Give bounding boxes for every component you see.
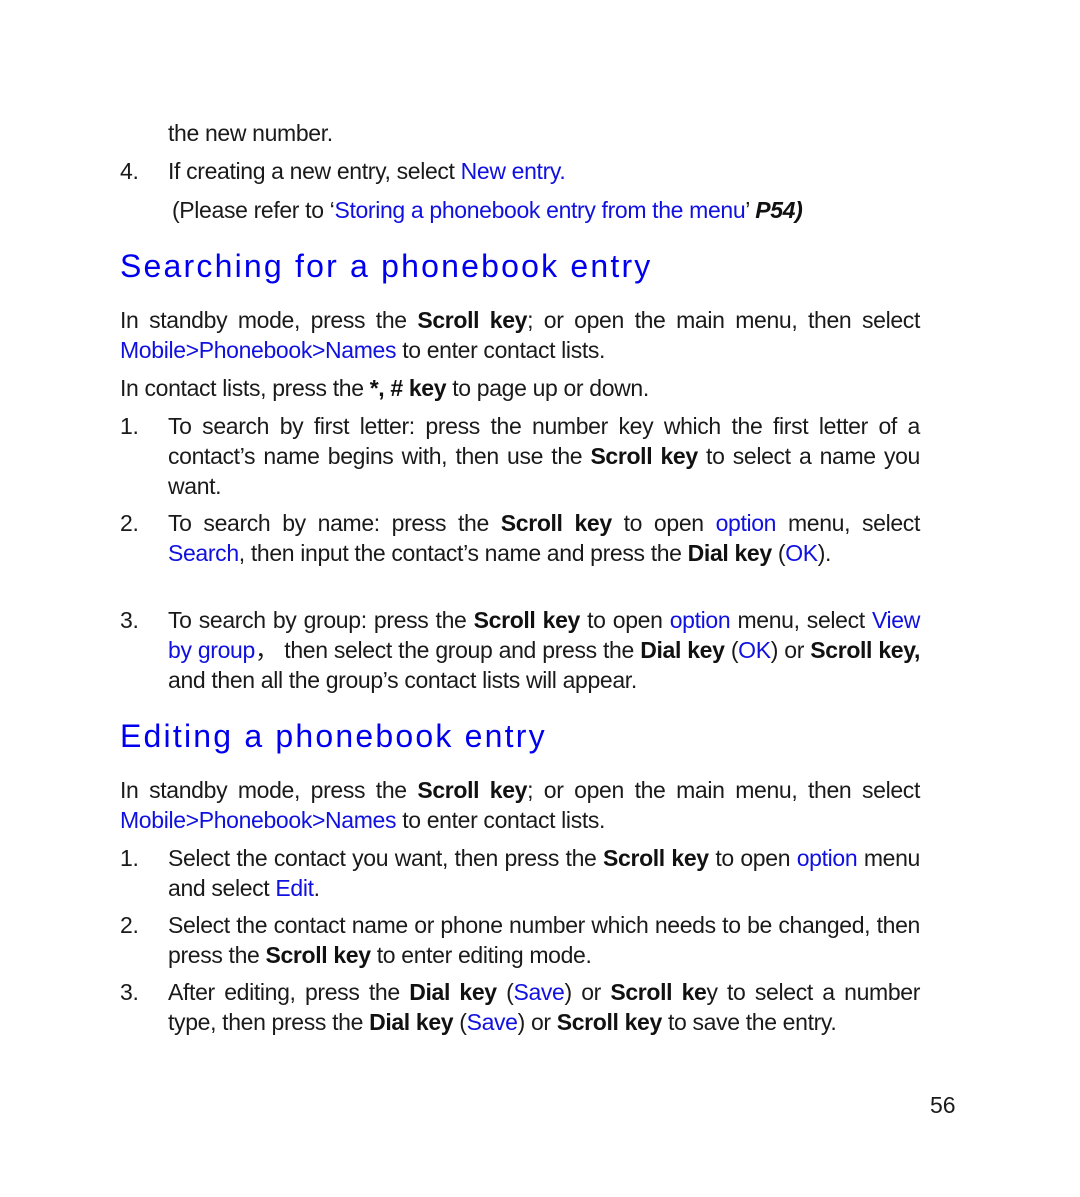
key-name: Dial key [687, 540, 773, 566]
text: To search by group: press the [168, 607, 474, 633]
save-link[interactable]: Save [513, 979, 564, 1005]
paging-paragraph: In contact lists, press the *, # key to … [120, 373, 920, 403]
continuation-text: the new number. [168, 118, 968, 148]
continuation-line: the new number. [168, 120, 333, 146]
item-body: Select the contact name or phone number … [168, 910, 920, 970]
reference-note: (Please refer to ‘Storing a phonebook en… [172, 195, 932, 225]
key-name: Dial key [369, 1009, 454, 1035]
text: ( [496, 979, 514, 1005]
text: to open [579, 607, 670, 633]
text: to page up or down. [446, 375, 649, 401]
key-name: Scroll key [500, 510, 612, 536]
text: To search by name: press the [168, 510, 501, 536]
text: ; or open the main menu, then select [527, 307, 920, 333]
item-body: To search by first letter: press the num… [168, 411, 920, 501]
key-name: Scroll key, [810, 637, 921, 663]
text: In standby mode, press the [120, 777, 418, 803]
text: menu, select [776, 510, 920, 536]
text: ) or [517, 1009, 557, 1035]
item-number: 1. [120, 845, 139, 871]
item-number: 3. [120, 607, 139, 633]
item-number: 1. [120, 413, 139, 439]
text: ). [817, 540, 832, 566]
page-reference: P54) [755, 197, 803, 223]
search-intro-paragraph: In standby mode, press the Scroll key; o… [120, 305, 920, 365]
key-name: Dial key [409, 979, 497, 1005]
option-link[interactable]: option [670, 607, 731, 633]
text: ( [453, 1009, 467, 1035]
text: In standby mode, press the [120, 307, 418, 333]
key-name: Scroll key [590, 443, 698, 469]
text: If creating a new entry, select [168, 158, 461, 184]
item-number: 4. [120, 158, 139, 184]
item-number: 2. [120, 510, 139, 536]
text: ’ [745, 197, 756, 223]
section-heading-edit: Editing a phonebook entry [120, 718, 547, 754]
key-name: Dial key [640, 637, 725, 663]
text: to open [708, 845, 797, 871]
key-name: Scroll key [265, 942, 372, 968]
key-name: Scroll key [417, 307, 528, 333]
text: ( [724, 637, 739, 663]
key-name: *, # key [369, 375, 447, 401]
item-body: If creating a new entry, select New entr… [168, 156, 920, 186]
key-name: Scroll key [417, 777, 528, 803]
item-number: 3. [120, 979, 139, 1005]
text: ) or [770, 637, 811, 663]
text: After editing, press the [168, 979, 410, 1005]
text: ) or [564, 979, 611, 1005]
edit-intro-paragraph: In standby mode, press the Scroll key; o… [120, 775, 920, 835]
menu-path-link[interactable]: Mobile>Phonebook>Names [120, 807, 397, 833]
key-name: Scroll key [603, 845, 709, 871]
ok-link[interactable]: OK [785, 540, 818, 566]
text: to enter contact lists. [396, 337, 606, 363]
option-link[interactable]: option [716, 510, 777, 536]
item-body: To search by name: press the Scroll key … [168, 508, 920, 568]
option-link[interactable]: option [797, 845, 858, 871]
item-body: To search by group: press the Scroll key… [168, 605, 920, 695]
text: to enter contact lists. [396, 807, 606, 833]
item-number: 2. [120, 912, 139, 938]
key-name: Scroll ke [610, 979, 707, 1005]
manual-page: the new number. 4. If creating a new ent… [0, 0, 1080, 1197]
key-name: Scroll key [473, 607, 581, 633]
text: ， then select the group and press the [254, 637, 641, 663]
key-name: Scroll key [556, 1009, 663, 1035]
text: Select the contact you want, then press … [168, 845, 604, 871]
save-link[interactable]: Save [467, 1009, 518, 1035]
text: . [313, 875, 320, 901]
new-entry-link[interactable]: New entry. [461, 158, 566, 184]
item-body: Select the contact you want, then press … [168, 843, 920, 903]
search-link[interactable]: Search [168, 540, 239, 566]
text: In contact lists, press the [120, 375, 370, 401]
text: menu, select [730, 607, 872, 633]
menu-path-link[interactable]: Mobile>Phonebook>Names [120, 337, 397, 363]
section-heading-search: Searching for a phonebook entry [120, 248, 653, 284]
text: to save the entry. [661, 1009, 837, 1035]
text: to open [611, 510, 716, 536]
text: ; or open the main menu, then select [527, 777, 920, 803]
edit-link[interactable]: Edit [275, 875, 314, 901]
page-number: 56 [930, 1092, 956, 1118]
reference-link[interactable]: Storing a phonebook entry from the menu [334, 197, 745, 223]
text: (Please refer to ‘ [172, 197, 335, 223]
text: to enter editing mode. [370, 942, 592, 968]
text: , then input the contact’s name and pres… [238, 540, 688, 566]
item-body: After editing, press the Dial key (Save)… [168, 977, 920, 1037]
ok-link[interactable]: OK [738, 637, 771, 663]
text: ( [771, 540, 786, 566]
text: and then all the group’s contact lists w… [168, 667, 637, 693]
